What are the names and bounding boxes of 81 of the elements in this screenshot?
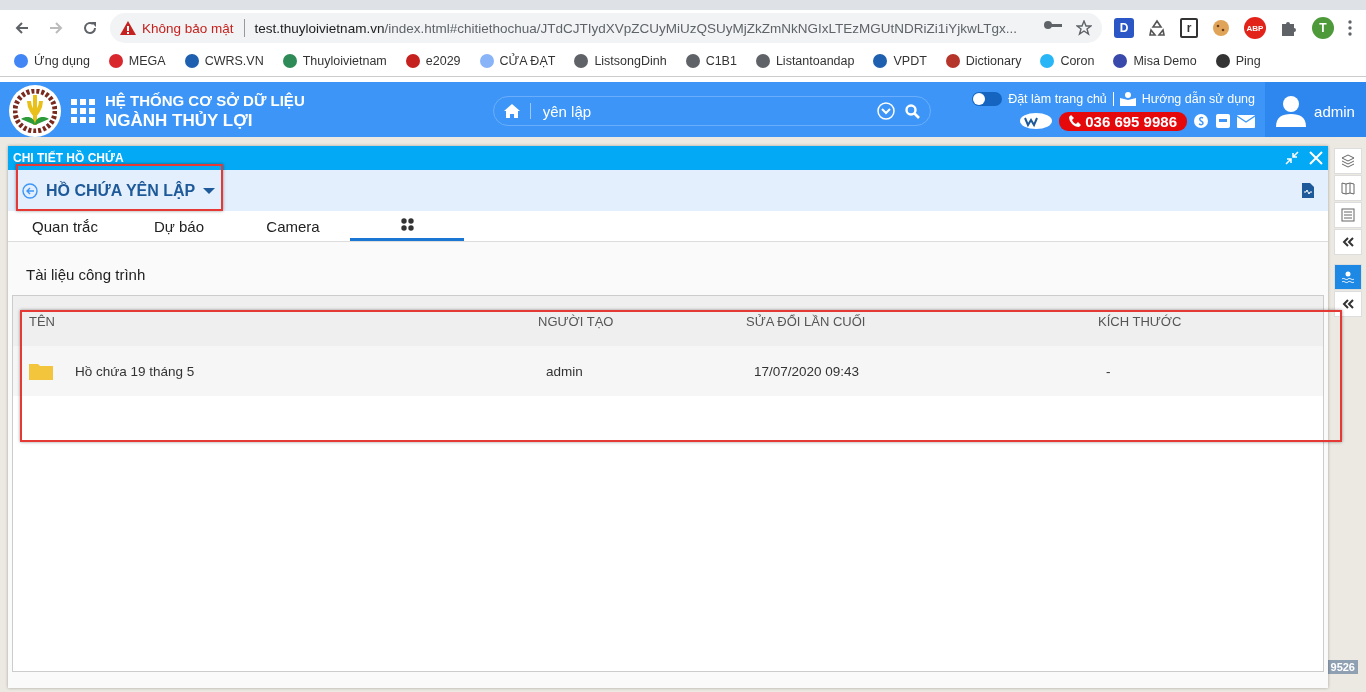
star-icon[interactable] (1076, 20, 1092, 36)
bookmark-item[interactable]: C1B1 (685, 54, 737, 68)
document-icon[interactable] (1302, 183, 1314, 198)
bookmark-item[interactable]: Ứng dụng (14, 54, 90, 68)
puzzle-icon[interactable] (1280, 19, 1298, 37)
bookmark-item[interactable]: Misa Demo (1113, 54, 1197, 68)
collapse-button[interactable] (1334, 291, 1362, 317)
cookie-icon[interactable] (1212, 19, 1230, 37)
bookmark-item[interactable]: Ping (1215, 54, 1261, 68)
profile-avatar[interactable]: T (1312, 17, 1334, 39)
extension-icon[interactable]: r (1180, 18, 1198, 38)
menu-icon[interactable] (1348, 20, 1352, 36)
tab[interactable]: Camera (236, 211, 350, 241)
folder-icon (29, 362, 53, 380)
tab[interactable]: Dự báo (122, 211, 236, 241)
collapse-icon[interactable] (1285, 151, 1299, 165)
map-button[interactable] (1334, 175, 1362, 201)
address-bar[interactable]: Không bảo mật test.thuyloivietnam.vn/index.html#chitiethochua/JTdCJTIydXVpZCUyMiUzQSUyMjZkZmNkNGIxLTEzMGUtNDRiZi1iYjkwLTgx... (110, 13, 1102, 43)
security-label: Không bảo mật (142, 20, 234, 36)
reload-icon[interactable] (82, 20, 98, 36)
warning-icon (120, 21, 136, 35)
double-chevron-icon (1342, 237, 1354, 247)
bookmark-item[interactable]: VPDT (873, 54, 927, 68)
column-header[interactable]: TÊN (13, 313, 538, 329)
map-icon (1341, 181, 1355, 195)
logo-icon (9, 85, 61, 137)
caret-icon[interactable] (203, 186, 216, 195)
app-title: HỆ THỐNG CƠ SỞ DỮ LIỆU (105, 91, 305, 109)
adblock-extension-icon[interactable]: ABP (1244, 17, 1266, 39)
extension-icon[interactable]: D (1114, 18, 1134, 38)
column-header[interactable]: KÍCH THƯỚC (1098, 313, 1323, 329)
search-icon[interactable] (904, 103, 920, 119)
user-menu[interactable]: admin (1265, 82, 1366, 140)
layers-icon (1341, 154, 1355, 168)
bookmark-item[interactable]: CWRS.VN (184, 54, 264, 68)
home-icon[interactable] (503, 104, 520, 118)
dropdown-icon[interactable] (876, 102, 895, 120)
reservoir-name[interactable]: HỒ CHỨA YÊN LẬP (46, 181, 196, 200)
layers-button[interactable] (1334, 148, 1362, 174)
collapse-button[interactable] (1334, 229, 1362, 255)
key-icon[interactable] (1044, 20, 1062, 30)
panel-title: CHI TIẾT HỒ CHỨA (13, 151, 124, 165)
list-icon (1341, 208, 1355, 222)
skype-icon[interactable] (1193, 113, 1209, 129)
file-name: Hồ chứa 19 tháng 5 (75, 363, 195, 379)
recycle-icon[interactable] (1148, 19, 1166, 37)
bookmark-item[interactable]: e2029 (405, 54, 461, 68)
double-chevron-icon (1342, 299, 1354, 309)
water-icon (1341, 270, 1355, 284)
phone-icon (1069, 115, 1082, 127)
table-cell-text: admin (545, 363, 584, 379)
bookmark-item[interactable]: MEGA (108, 54, 166, 68)
bookmark-item[interactable]: CỬA ĐẠT (479, 54, 556, 68)
map-scale-label: 9526 (1327, 660, 1358, 674)
bookmark-item[interactable]: Thuyloivietnam (282, 54, 387, 68)
chat-app-icon[interactable] (1215, 113, 1231, 129)
url-text: test.thuyloivietnam.vn/index.html#chitiethochua/JTdCJTIydXVpZCUyMiUzQSUyMjZkZmNkNGIxLTEzMGUtNDRiZi1iYjkwLTgx... (254, 20, 1017, 36)
mail-icon[interactable] (1237, 114, 1255, 128)
homepage-toggle[interactable] (972, 91, 1003, 106)
column-header[interactable]: SỬA ĐỔI LẦN CUỐI (746, 313, 1098, 329)
wr-logo-icon (1019, 112, 1054, 130)
section-title: Tài liệu công trình (25, 265, 147, 285)
homepage-label: Đặt làm trang chủ (1008, 91, 1107, 106)
apps-icon (400, 218, 414, 231)
bookmark-item[interactable]: Listantoandap (755, 54, 855, 68)
grid-menu-icon[interactable] (71, 99, 95, 123)
table-row[interactable]: Hồ chứa 19 tháng 5 admin 17/07/2020 09:43 - (13, 346, 1323, 396)
bookmark-item[interactable]: ListsongDinh (574, 54, 667, 68)
table-cell-text: 17/07/2020 09:43 (753, 363, 861, 379)
hotline-badge[interactable]: 036 695 9986 (1059, 111, 1187, 131)
back-icon[interactable] (22, 182, 38, 199)
bookmark-item[interactable]: Dictionary (945, 54, 1022, 68)
back-arrow-icon[interactable] (14, 20, 30, 36)
tab[interactable]: Quan trắc (8, 211, 122, 241)
book-icon (1119, 91, 1136, 106)
bookmark-item[interactable]: Coron (1040, 54, 1095, 68)
app-subtitle: NGÀNH THỦY LỢI (105, 110, 254, 131)
table-cell-text: - (1105, 363, 1112, 379)
column-header[interactable]: NGƯỜI TẠO (538, 313, 746, 329)
user-avatar-icon (1276, 95, 1307, 127)
close-icon[interactable] (1309, 151, 1323, 165)
